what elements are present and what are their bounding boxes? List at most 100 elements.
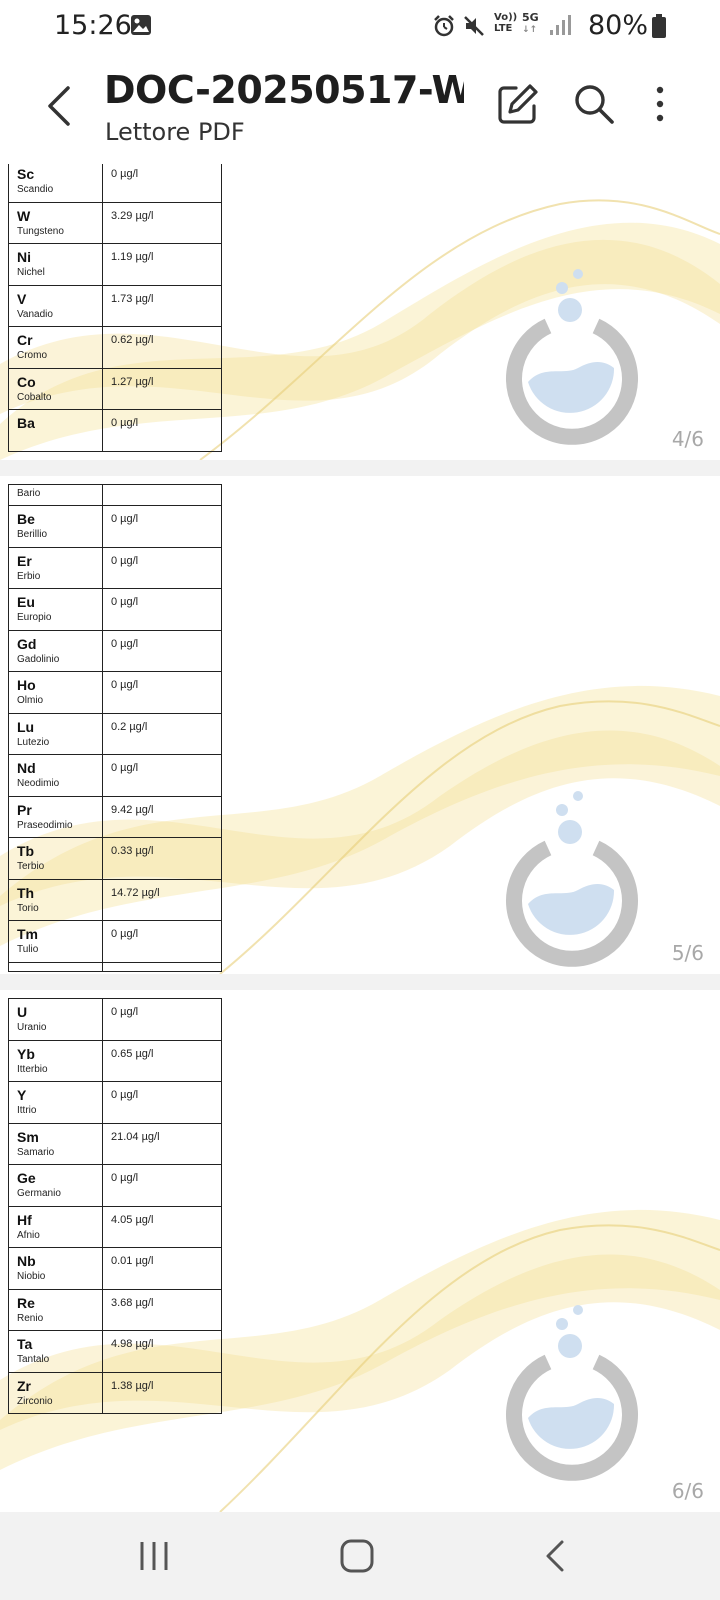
- mute-icon: [464, 16, 484, 36]
- home-icon[interactable]: [336, 1534, 380, 1578]
- element-name: Praseodimio: [17, 819, 73, 831]
- element-symbol: Be: [17, 511, 35, 527]
- table-row: Yb Itterbio 0.65 µg/l: [9, 1040, 221, 1082]
- element-name: Europio: [17, 612, 52, 623]
- table-row: Eu Europio 0 µg/l: [9, 589, 221, 631]
- element-cell: [9, 962, 103, 971]
- element-name: Scandio: [17, 184, 54, 195]
- value-cell: 1.38 µg/l: [103, 1373, 221, 1414]
- table-row: V Vanadio 1.73 µg/l: [9, 285, 221, 327]
- navigation-bar: [0, 1512, 720, 1600]
- element-cell: Ba: [9, 410, 103, 451]
- element-name: Renio: [17, 1312, 44, 1324]
- table-row: Tb Terbio 0.33 µg/l: [9, 838, 221, 880]
- element-name: Olmio: [17, 695, 44, 706]
- element-cell: Er Erbio: [9, 547, 103, 588]
- more-vertical-icon[interactable]: [646, 82, 674, 126]
- element-symbol: Yb: [17, 1045, 35, 1062]
- element-value: 9.42 µg/l: [111, 803, 154, 816]
- value-cell: 4.05 µg/l: [103, 1207, 221, 1248]
- element-cell: Sm Samario: [9, 1123, 103, 1164]
- table-row: Tm Tulio 0 µg/l: [9, 921, 221, 963]
- table-row: Bario: [9, 485, 221, 506]
- element-symbol: Co: [17, 373, 36, 390]
- value-cell: 9.42 µg/l: [103, 797, 221, 838]
- table-row: Er Erbio 0 µg/l: [9, 547, 221, 589]
- element-cell: U Uranio: [9, 999, 103, 1040]
- element-cell: Eu Europio: [9, 589, 103, 630]
- value-cell: 14.72 µg/l: [103, 880, 221, 921]
- element-symbol: Tm: [17, 926, 38, 942]
- pdf-viewer[interactable]: Sc Scandio 0 µg/l W Tungsteno 3.29 µg/l Ni Nich…: [0, 164, 720, 1512]
- pdf-page-5: Bario Be Berillio 0 µg/l Er Erbio 0 µg/l Eu Euro…: [0, 476, 720, 974]
- element-name: Cromo: [17, 350, 48, 361]
- element-cell: Pr Praseodimio: [9, 796, 103, 837]
- element-value: 0 µg/l: [111, 168, 139, 180]
- element-value: 0 µg/l: [111, 513, 139, 525]
- network-label: 5G: [522, 11, 539, 24]
- value-cell: 0 µg/l: [103, 548, 221, 589]
- element-symbol: V: [17, 290, 27, 307]
- volte-label-top: Vo)): [494, 12, 518, 23]
- element-symbol: Ni: [17, 249, 31, 265]
- value-cell: 4.98 µg/l: [103, 1331, 221, 1372]
- gallery-notification-icon: [131, 15, 151, 35]
- element-cell: Nb Niobio: [9, 1248, 103, 1289]
- element-name: Gadolinio: [17, 653, 60, 665]
- app-subtitle: Lettore PDF: [105, 118, 245, 146]
- element-name: Torio: [17, 902, 39, 914]
- value-cell: 0.2 µg/l: [103, 714, 221, 755]
- element-symbol: Gd: [17, 635, 37, 652]
- element-cell: Y Ittrio: [9, 1082, 103, 1123]
- edit-pencil-icon[interactable]: [496, 82, 540, 126]
- value-cell: [103, 963, 221, 971]
- element-cell: Ni Nichel: [9, 244, 103, 285]
- element-cell: V Vanadio: [9, 285, 103, 326]
- battery-icon: [652, 14, 666, 38]
- element-name: Afnio: [17, 1229, 40, 1241]
- value-cell: 3.29 µg/l: [103, 203, 221, 244]
- value-cell: 0.62 µg/l: [103, 327, 221, 368]
- value-cell: 3.68 µg/l: [103, 1290, 221, 1331]
- table-row: Ni Nichel 1.19 µg/l: [9, 244, 221, 286]
- element-value: 0.33 µg/l: [111, 845, 154, 857]
- back-arrow-icon[interactable]: [42, 82, 78, 130]
- app-bar: DOC-20250517-W... Lettore PDF: [0, 52, 720, 164]
- recent-apps-icon[interactable]: [134, 1534, 178, 1578]
- table-row: Be Berillio 0 µg/l: [9, 506, 221, 548]
- element-name: Tantalo: [17, 1354, 50, 1365]
- search-icon[interactable]: [572, 82, 616, 126]
- element-symbol: Y: [17, 1087, 27, 1103]
- value-cell: 0 µg/l: [103, 631, 221, 672]
- element-value: 3.68 µg/l: [111, 1296, 154, 1309]
- status-time: 15:26: [54, 10, 132, 41]
- table-row: Y Ittrio 0 µg/l: [9, 1082, 221, 1124]
- page-number: 4/6: [671, 427, 704, 451]
- element-table: U Uranio 0 µg/l Yb Itterbio 0.65 µg/l Y Ittrio 0…: [8, 998, 222, 1414]
- element-symbol: U: [17, 1004, 28, 1020]
- element-cell: Ta Tantalo: [9, 1331, 103, 1372]
- element-cell: Hf Afnio: [9, 1206, 103, 1247]
- network-5g-indicator: 5G ↓↑: [522, 12, 542, 36]
- element-name: Nichel: [17, 267, 45, 278]
- value-cell: 0 µg/l: [103, 921, 221, 962]
- table-row: Cr Cromo 0.62 µg/l: [9, 327, 221, 369]
- back-icon[interactable]: [536, 1534, 580, 1578]
- value-cell: 0 µg/l: [103, 164, 221, 202]
- lab-flask-logo-icon: [506, 791, 638, 967]
- element-name: Neodimio: [17, 778, 60, 789]
- value-cell: 0 µg/l: [103, 589, 221, 630]
- element-value: 4.98 µg/l: [111, 1338, 154, 1350]
- element-value: 0.62 µg/l: [111, 334, 154, 346]
- data-arrows-icon: ↓↑: [522, 25, 538, 35]
- element-cell: Sc Scandio: [9, 164, 103, 202]
- value-cell: 1.73 µg/l: [103, 286, 221, 327]
- battery-percent: 80%: [588, 10, 649, 41]
- element-symbol: Zr: [17, 1377, 31, 1394]
- value-cell: 1.27 µg/l: [103, 369, 221, 410]
- element-symbol: Sm: [17, 1128, 39, 1145]
- element-cell: W Tungsteno: [9, 202, 103, 243]
- element-value: 0 µg/l: [111, 417, 139, 429]
- element-table: Sc Scandio 0 µg/l W Tungsteno 3.29 µg/l Ni Nich…: [8, 164, 222, 452]
- page-number: 6/6: [671, 1479, 704, 1503]
